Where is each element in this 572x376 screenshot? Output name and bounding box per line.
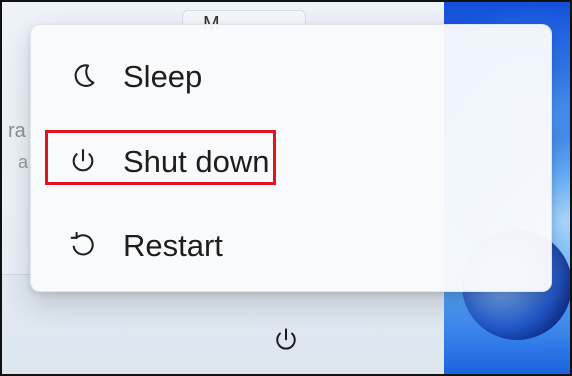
restart-menu-item[interactable]: Restart (47, 214, 535, 276)
power-icon (271, 325, 301, 360)
sleep-menu-item[interactable]: Sleep (47, 45, 535, 107)
power-menu: Sleep Shut down Restart (30, 24, 552, 292)
shut-down-menu-item[interactable]: Shut down (47, 130, 535, 192)
power-icon (63, 141, 103, 181)
background-partial-text: ra (8, 120, 26, 142)
shut-down-label: Shut down (123, 143, 270, 179)
screen-frame: M ra a Sleep (0, 0, 572, 376)
restart-icon (63, 225, 103, 265)
moon-icon (63, 56, 103, 96)
footer-power-button[interactable] (264, 320, 308, 364)
sleep-label: Sleep (123, 58, 203, 94)
background-partial-text-2: a (18, 152, 29, 172)
restart-label: Restart (123, 227, 223, 263)
